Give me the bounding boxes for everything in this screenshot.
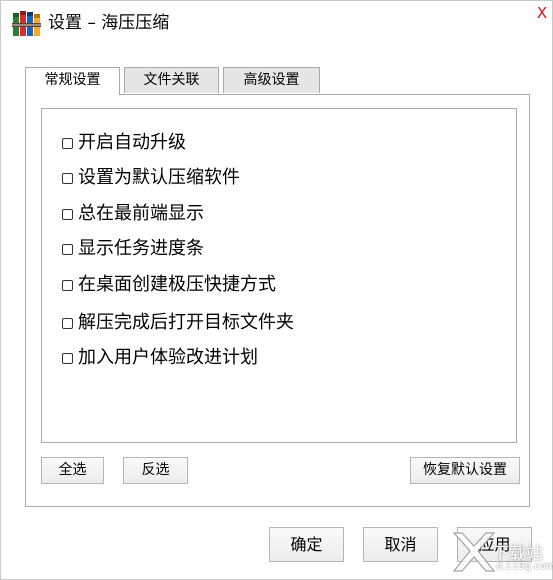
restore-defaults-button[interactable]: 恢复默认设置 xyxy=(410,457,520,484)
close-icon[interactable]: X xyxy=(534,5,550,21)
option-label: 开启自动升级 xyxy=(78,132,186,153)
option-always-on-top[interactable]: 总在最前端显示 xyxy=(62,201,204,227)
option-ux-program[interactable]: 加入用户体验改进计划 xyxy=(62,345,258,371)
tab-advanced[interactable]: 高级设置 xyxy=(223,67,320,93)
checkbox[interactable] xyxy=(62,172,73,184)
option-label: 总在最前端显示 xyxy=(78,203,204,224)
window-title: 设置 – 海压压缩 xyxy=(48,13,170,33)
option-default-compressor[interactable]: 设置为默认压缩软件 xyxy=(62,165,240,191)
checkbox[interactable] xyxy=(62,137,73,149)
option-show-progress[interactable]: 显示任务进度条 xyxy=(62,236,204,262)
option-label: 在桌面创建极压快捷方式 xyxy=(78,274,276,295)
title-bar: 设置 – 海压压缩 X xyxy=(1,1,552,45)
checkbox[interactable] xyxy=(62,317,73,329)
option-auto-update[interactable]: 开启自动升级 xyxy=(62,130,186,156)
apply-button[interactable]: 应用 xyxy=(457,527,532,562)
select-all-button[interactable]: 全选 xyxy=(41,457,104,484)
option-label: 设置为默认压缩软件 xyxy=(78,167,240,188)
options-list: 开启自动升级 设置为默认压缩软件 总在最前端显示 显示任务进度条 在桌面创建极压… xyxy=(41,108,517,443)
checkbox[interactable] xyxy=(62,208,73,220)
ok-button[interactable]: 确定 xyxy=(269,527,344,562)
checkbox[interactable] xyxy=(62,352,73,364)
option-label: 解压完成后打开目标文件夹 xyxy=(78,312,294,333)
cancel-button[interactable]: 取消 xyxy=(363,527,438,562)
watermark-url: d.119g.com xyxy=(496,561,553,572)
option-desktop-shortcut[interactable]: 在桌面创建极压快捷方式 xyxy=(62,272,276,298)
option-label: 显示任务进度条 xyxy=(78,238,204,259)
tab-general[interactable]: 常规设置 xyxy=(25,67,120,95)
checkbox[interactable] xyxy=(62,243,73,255)
tab-file-association[interactable]: 文件关联 xyxy=(124,67,219,93)
checkbox[interactable] xyxy=(62,279,73,291)
option-open-folder-after-extract[interactable]: 解压完成后打开目标文件夹 xyxy=(62,310,294,336)
option-label: 加入用户体验改进计划 xyxy=(78,347,258,368)
settings-window: 设置 – 海压压缩 X 常规设置 文件关联 高级设置 开启自动升级 设置为默认压… xyxy=(0,0,553,580)
archive-books-icon xyxy=(12,11,41,36)
general-settings-panel: 开启自动升级 设置为默认压缩软件 总在最前端显示 显示任务进度条 在桌面创建极压… xyxy=(25,94,530,507)
invert-selection-button[interactable]: 反选 xyxy=(123,457,188,484)
